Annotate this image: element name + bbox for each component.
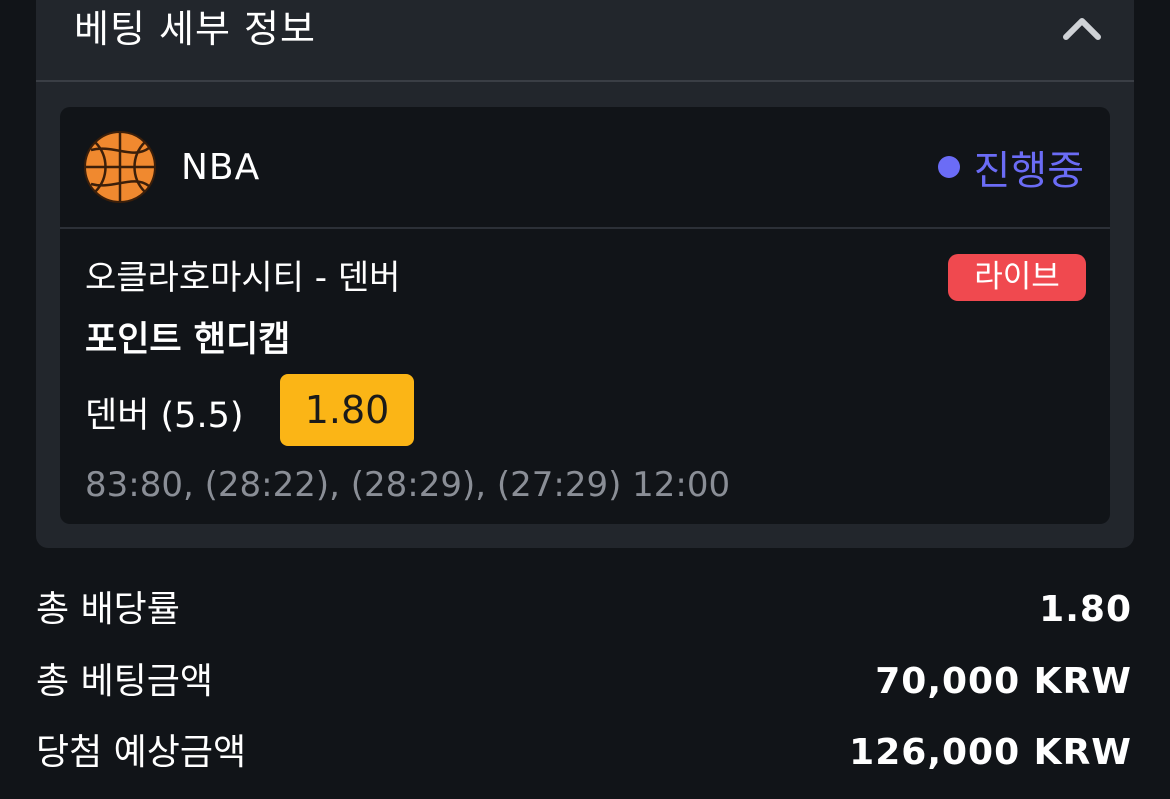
bet-details-title: 베팅 세부 정보 xyxy=(74,7,316,51)
expected-win-label: 당첨 예상금액 xyxy=(36,732,247,773)
status-label: 진행중 xyxy=(973,148,1084,194)
total-odds-value: 1.80 xyxy=(1039,589,1132,630)
league-name: NBA xyxy=(181,147,261,188)
selection-label: 덴버 (5.5) xyxy=(85,396,244,436)
chevron-up-icon xyxy=(1063,18,1101,40)
score-line: 83:80, (28:22), (28:29), (27:29) 12:00 xyxy=(85,465,731,505)
live-badge: 라이브 xyxy=(948,254,1086,301)
total-stake-row: 총 베팅금액 70,000 KRW xyxy=(36,657,1132,707)
basketball-icon xyxy=(84,131,156,203)
bet-card: NBA 진행중 오클라호마시티 - 덴버 라이브 포인트 핸디캡 덴버 (5.5… xyxy=(60,107,1110,524)
expected-win-row: 당첨 예상금액 126,000 KRW xyxy=(36,728,1132,778)
total-odds-row: 총 배당률 1.80 xyxy=(36,585,1132,635)
market-name: 포인트 핸디캡 xyxy=(85,320,291,360)
expected-win-value: 126,000 KRW xyxy=(849,732,1132,773)
total-odds-label: 총 배당률 xyxy=(36,589,180,630)
match-name: 오클라호마시티 - 덴버 xyxy=(85,258,401,298)
total-stake-label: 총 베팅금액 xyxy=(36,661,214,702)
bet-details-header[interactable]: 베팅 세부 정보 xyxy=(36,0,1134,82)
collapse-button[interactable] xyxy=(1060,10,1104,46)
odds-button[interactable]: 1.80 xyxy=(280,374,414,446)
status-dot-icon xyxy=(937,156,960,178)
status-badge: 진행중 xyxy=(937,143,1084,194)
bet-card-header: NBA 진행중 xyxy=(60,107,1110,229)
bet-details-panel: 베팅 세부 정보 NBA 진행중 오클라호마시티 - 덴버 라이브 포인트 핸디… xyxy=(36,0,1134,548)
total-stake-value: 70,000 KRW xyxy=(875,661,1132,702)
